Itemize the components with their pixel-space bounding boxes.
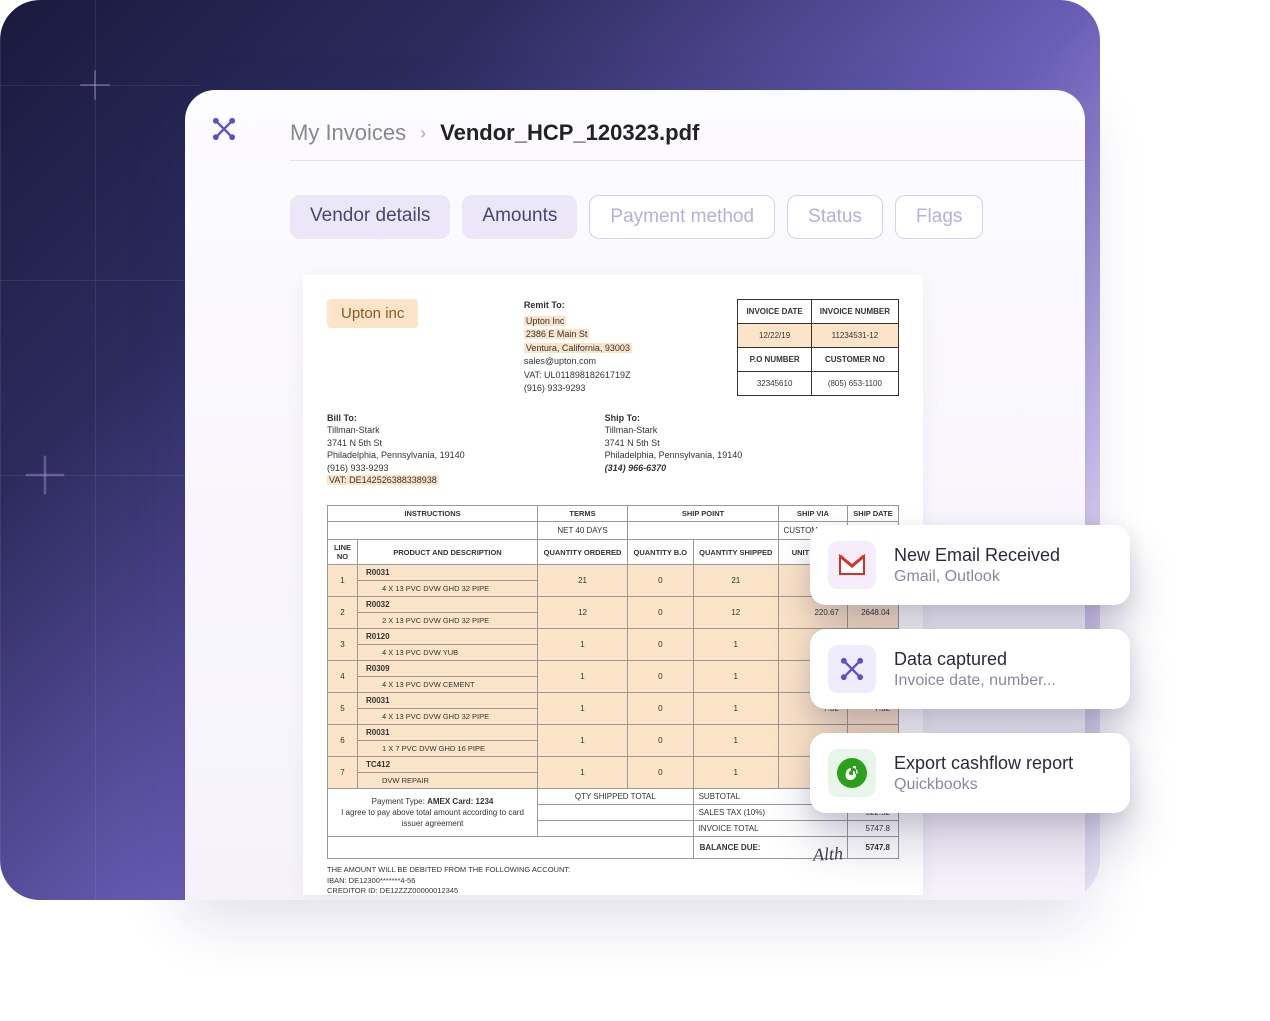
- bill-to-address: Bill To: Tillman-Stark 3741 N 5th St Phi…: [327, 412, 465, 488]
- card-data-captured[interactable]: Data captured Invoice date, number...: [810, 629, 1130, 709]
- breadcrumb-current: Vendor_HCP_120323.pdf: [440, 120, 699, 146]
- tab-vendor-details[interactable]: Vendor details: [290, 195, 450, 239]
- tab-payment-method[interactable]: Payment method: [589, 195, 775, 239]
- vendor-name-highlight: Upton inc: [327, 299, 418, 328]
- footer-account-info: THE AMOUNT WILL BE DEBITED FROM THE FOLL…: [327, 865, 899, 895]
- divider: [290, 160, 1085, 161]
- tabs: Vendor details Amounts Payment method St…: [290, 195, 983, 239]
- sparkle-decoration: [26, 456, 65, 495]
- tab-flags[interactable]: Flags: [895, 195, 983, 239]
- card-title: Data captured: [894, 649, 1056, 670]
- sidebar-logo[interactable]: [210, 115, 238, 148]
- card-subtitle: Invoice date, number...: [894, 672, 1056, 690]
- ship-to-address: Ship To: Tillman-Stark 3741 N 5th St Phi…: [605, 412, 743, 488]
- card-title: New Email Received: [894, 545, 1060, 566]
- tab-amounts[interactable]: Amounts: [462, 195, 577, 239]
- card-title: Export cashflow report: [894, 753, 1073, 774]
- card-export-report[interactable]: Export cashflow report Quickbooks: [810, 733, 1130, 813]
- sparkle-decoration: [80, 70, 110, 100]
- invoice-meta-table: INVOICE DATEINVOICE NUMBER 12/22/1911234…: [737, 299, 899, 396]
- card-subtitle: Gmail, Outlook: [894, 568, 1060, 586]
- logo-icon: [210, 115, 238, 143]
- signature: Alth: [812, 843, 843, 866]
- chevron-right-icon: ›: [420, 123, 426, 144]
- remit-address: Remit To: Upton Inc 2386 E Main St Ventu…: [524, 299, 632, 396]
- card-subtitle: Quickbooks: [894, 776, 1073, 794]
- network-icon: [828, 645, 876, 693]
- breadcrumb: My Invoices › Vendor_HCP_120323.pdf: [290, 120, 699, 146]
- gmail-icon: [828, 541, 876, 589]
- tab-status[interactable]: Status: [787, 195, 883, 239]
- card-email-received[interactable]: New Email Received Gmail, Outlook: [810, 525, 1130, 605]
- breadcrumb-parent[interactable]: My Invoices: [290, 120, 406, 146]
- action-cards: New Email Received Gmail, Outlook Data c…: [810, 525, 1130, 813]
- quickbooks-icon: [828, 749, 876, 797]
